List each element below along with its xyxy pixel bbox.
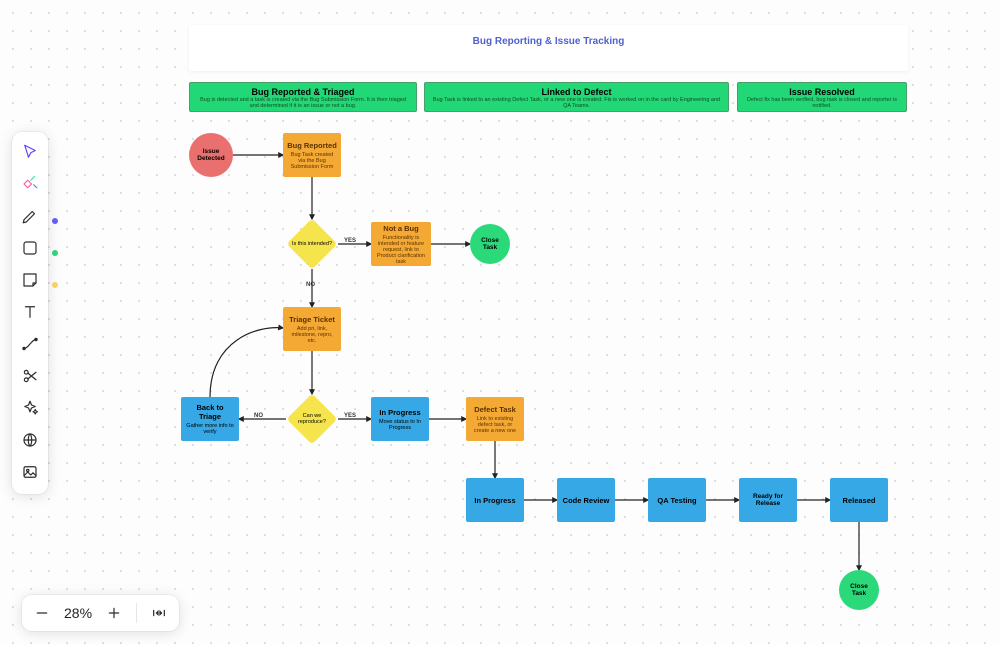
node-triage-ticket-title: Triage Ticket — [289, 315, 335, 324]
tool-globe[interactable] — [16, 426, 44, 454]
edge-label-no-2: NO — [254, 413, 263, 420]
group-header-3-title: Issue Resolved — [744, 87, 900, 97]
node-decision-intended-label: Is this intended? — [292, 241, 332, 247]
node-defect-task-title: Defect Task — [474, 405, 516, 414]
tool-shape-color-dot — [52, 250, 58, 256]
zoom-divider — [136, 603, 137, 623]
page-title: Bug Reporting & Issue Tracking — [189, 36, 908, 48]
node-can-reproduce-label: Can we reproduce? — [290, 413, 334, 425]
canvas[interactable]: Bug Reporting & Issue Tracking Bug Repor… — [0, 0, 1000, 645]
zoom-level[interactable]: 28% — [64, 605, 92, 621]
edge-label-no-1: NO — [306, 282, 315, 289]
node-issue-detected-label: Issue Detected — [193, 148, 229, 162]
node-released-title: Released — [843, 496, 876, 505]
title-card — [189, 25, 908, 71]
group-header-2-title: Linked to Defect — [431, 87, 722, 97]
group-header-1[interactable]: Bug Reported & Triaged Bug is detected a… — [189, 82, 417, 112]
zoom-out-button[interactable] — [34, 605, 50, 621]
tool-pen-color-dot — [52, 218, 58, 224]
tool-select[interactable] — [16, 138, 44, 166]
tool-text[interactable] — [16, 298, 44, 326]
group-header-2[interactable]: Linked to Defect Bug Task is linked to a… — [424, 82, 729, 112]
node-defect-task-sub: Link to existing defect task, or create … — [470, 416, 520, 434]
tool-magic[interactable] — [16, 170, 44, 198]
node-not-a-bug-title: Not a Bug — [383, 224, 418, 233]
edge-label-yes-1: YES — [344, 238, 356, 245]
node-back-to-triage-sub: Gather more info to verify — [185, 423, 235, 435]
toolbar — [12, 132, 48, 494]
group-header-2-sub: Bug Task is linked to an existing Defect… — [431, 97, 722, 109]
node-bug-reported-sub: Bug Task created via the Bug Submission … — [287, 152, 337, 170]
tool-connector[interactable] — [16, 330, 44, 358]
node-in-progress-2-title: In Progress — [474, 496, 515, 505]
node-qa-testing-title: QA Testing — [657, 496, 696, 505]
node-back-to-triage-title: Back to Triage — [185, 403, 235, 421]
group-header-3-sub: Defect fix has been verified, bug task i… — [744, 97, 900, 109]
group-header-1-title: Bug Reported & Triaged — [196, 87, 410, 97]
edge-label-yes-2: YES — [344, 413, 356, 420]
zoom-in-button[interactable] — [106, 605, 122, 621]
tool-pen[interactable] — [16, 202, 44, 230]
node-ready-release-title: Ready for Release — [743, 493, 793, 507]
node-code-review-title: Code Review — [563, 496, 610, 505]
group-header-3[interactable]: Issue Resolved Defect fix has been verif… — [737, 82, 907, 112]
node-in-progress-1-sub: Move status to In Progress — [375, 419, 425, 431]
tool-image[interactable] — [16, 458, 44, 486]
node-in-progress-1-title: In Progress — [379, 408, 420, 417]
group-header-1-sub: Bug is detected and a task is created vi… — [196, 97, 410, 109]
node-close-task-1-label: Close Task — [474, 237, 506, 251]
node-triage-ticket-sub: Add pri, link, milestone, repro, etc. — [287, 326, 337, 344]
node-close-task-2-label: Close Task — [843, 583, 875, 597]
tool-sticky-color-dot — [52, 282, 58, 288]
tool-sticky[interactable] — [16, 266, 44, 294]
zoom-fit-button[interactable] — [151, 605, 167, 621]
tool-sparkle[interactable] — [16, 394, 44, 422]
node-bug-reported-title: Bug Reported — [287, 141, 337, 150]
zoom-bar: 28% — [22, 595, 179, 631]
tool-shape[interactable] — [16, 234, 44, 262]
tool-scissors[interactable] — [16, 362, 44, 390]
node-not-a-bug-sub: Functionality is intended or feature req… — [375, 235, 427, 265]
